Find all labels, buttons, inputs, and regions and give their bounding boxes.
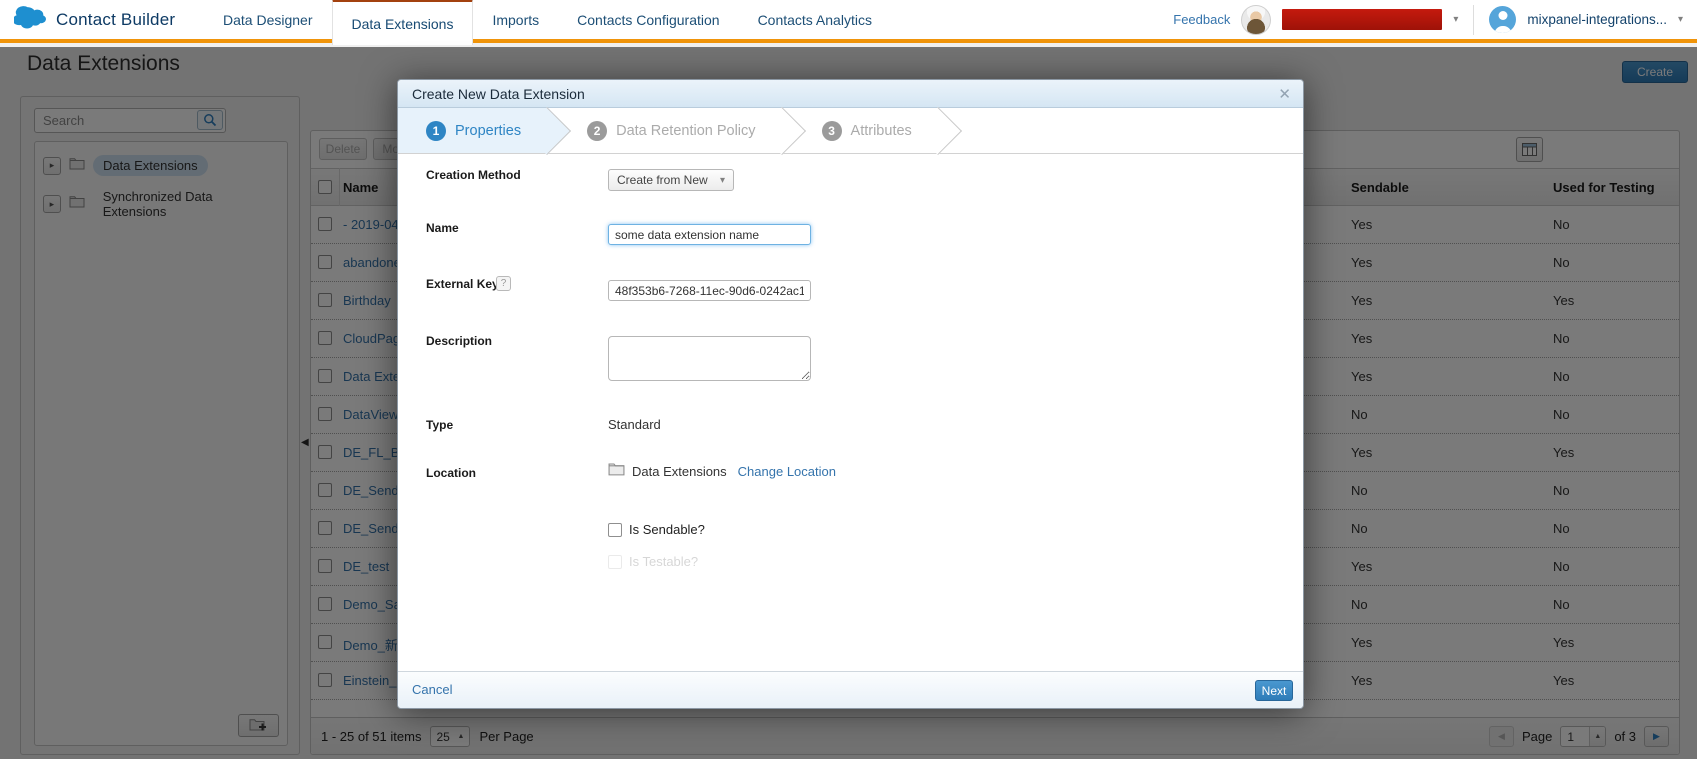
modal-footer: Cancel Next (398, 671, 1303, 708)
user-avatar-icon[interactable] (1489, 6, 1516, 33)
tab-contacts-configuration[interactable]: Contacts Configuration (558, 0, 738, 41)
top-nav: Contact Builder Data Designer Data Exten… (0, 0, 1697, 43)
account-name[interactable]: mixpanel-integrations... (1527, 12, 1667, 27)
type-label: Type (426, 418, 453, 432)
folder-icon (608, 462, 625, 481)
create-data-extension-modal: Create New Data Extension ✕ 1 Properties… (397, 79, 1304, 709)
step-properties[interactable]: 1 Properties (398, 108, 547, 153)
tab-imports[interactable]: Imports (473, 0, 558, 41)
is-testable-label: Is Testable? (629, 554, 698, 569)
chevron-down-icon: ▾ (720, 175, 725, 186)
redacted-account-selector[interactable] (1282, 9, 1442, 30)
name-label: Name (426, 221, 459, 235)
screen: Contact Builder Data Designer Data Exten… (0, 0, 1697, 759)
step-label: Data Retention Policy (616, 123, 755, 139)
step-label: Properties (455, 123, 521, 139)
creation-method-label: Creation Method (426, 168, 521, 182)
creation-method-value: Create from New (617, 173, 708, 187)
modal-title: Create New Data Extension (398, 86, 585, 102)
change-location-link[interactable]: Change Location (738, 464, 836, 479)
external-key-label: External Key (426, 277, 499, 291)
name-field[interactable] (608, 224, 811, 245)
cancel-link[interactable]: Cancel (412, 682, 452, 697)
location-value: Data Extensions (632, 464, 727, 479)
is-testable-row: Is Testable? (608, 554, 698, 569)
description-field[interactable] (608, 336, 811, 381)
nav-right-cluster: Feedback ▾ mixpanel-integrations... ▾ (1173, 0, 1697, 41)
step-number-badge: 2 (587, 121, 607, 141)
nav-divider (1473, 5, 1474, 35)
is-testable-checkbox (608, 555, 622, 569)
tab-contacts-analytics[interactable]: Contacts Analytics (739, 0, 891, 41)
next-button[interactable]: Next (1255, 680, 1293, 701)
is-sendable-checkbox[interactable] (608, 523, 622, 537)
step-number-badge: 3 (822, 121, 842, 141)
step-data-retention-policy[interactable]: 2 Data Retention Policy (547, 108, 781, 153)
step-label: Attributes (851, 123, 912, 139)
help-icon[interactable]: ? (496, 276, 511, 291)
type-value: Standard (608, 417, 661, 432)
chevron-down-icon[interactable]: ▾ (1678, 14, 1683, 25)
chevron-down-icon: ▾ (1453, 14, 1458, 25)
tab-data-designer[interactable]: Data Designer (204, 0, 332, 41)
description-label: Description (426, 334, 492, 348)
is-sendable-row: Is Sendable? (608, 522, 705, 537)
wizard-steps: 1 Properties 2 Data Retention Policy 3 A… (398, 108, 1303, 154)
modal-header: Create New Data Extension ✕ (398, 80, 1303, 108)
creation-method-dropdown[interactable]: Create from New ▾ (608, 169, 734, 191)
location-row: Data Extensions Change Location (608, 462, 836, 481)
salesforce-cloud-icon (14, 5, 48, 34)
close-icon[interactable]: ✕ (1278, 85, 1291, 103)
app-title: Contact Builder (56, 10, 175, 30)
location-label: Location (426, 466, 476, 480)
external-key-field[interactable] (608, 280, 811, 301)
step-number-badge: 1 (426, 121, 446, 141)
nav-tabs: Data Designer Data Extensions Imports Co… (204, 0, 891, 41)
app-brand: Contact Builder (0, 5, 204, 34)
feedback-link[interactable]: Feedback (1173, 12, 1230, 27)
is-sendable-label: Is Sendable? (629, 522, 705, 537)
tab-data-extensions[interactable]: Data Extensions (332, 0, 474, 45)
einstein-avatar[interactable] (1241, 5, 1271, 35)
